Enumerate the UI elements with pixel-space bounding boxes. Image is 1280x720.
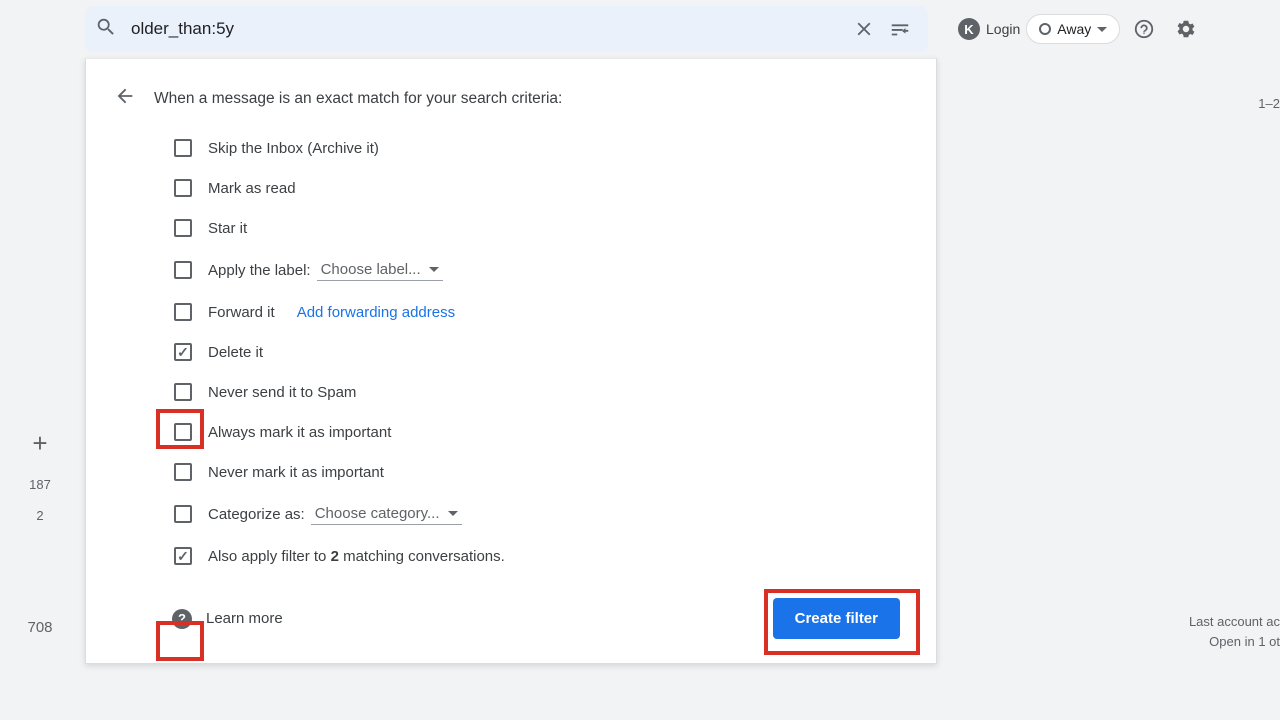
option-star-it: Star it bbox=[116, 208, 906, 248]
label-categorize: Categorize as: bbox=[208, 506, 305, 523]
open-sessions-text: Open in 1 ot bbox=[1209, 634, 1280, 649]
left-count-3: 708 bbox=[0, 619, 80, 636]
panel-header-text: When a message is an exact match for you… bbox=[154, 90, 562, 108]
search-bar[interactable] bbox=[85, 6, 928, 52]
label-forward-it: Forward it bbox=[208, 304, 275, 321]
checkbox-skip-inbox[interactable] bbox=[174, 139, 192, 157]
help-icon bbox=[1133, 18, 1155, 40]
checkbox-never-spam[interactable] bbox=[174, 383, 192, 401]
select-apply-label[interactable]: Choose label... bbox=[317, 259, 443, 281]
tune-icon bbox=[889, 18, 911, 40]
also-apply-count: 2 bbox=[331, 548, 339, 565]
checkbox-mark-read[interactable] bbox=[174, 179, 192, 197]
option-apply-label: Apply the label: Choose label... bbox=[116, 248, 906, 292]
left-count-2: 2 bbox=[0, 508, 80, 523]
status-label: Away bbox=[1057, 21, 1091, 37]
label-skip-inbox: Skip the Inbox (Archive it) bbox=[208, 140, 379, 157]
chevron-down-icon bbox=[1097, 27, 1107, 32]
option-categorize: Categorize as: Choose category... bbox=[116, 492, 906, 536]
checkbox-always-important[interactable] bbox=[174, 423, 192, 441]
label-star-it: Star it bbox=[208, 220, 247, 237]
learn-more-label: Learn more bbox=[206, 610, 283, 627]
support-button[interactable] bbox=[1126, 11, 1162, 47]
gear-icon bbox=[1175, 18, 1197, 40]
chevron-down-icon bbox=[429, 267, 439, 272]
option-never-spam: Never send it to Spam bbox=[116, 372, 906, 412]
select-apply-label-value: Choose label... bbox=[321, 261, 421, 278]
back-button[interactable] bbox=[114, 85, 136, 112]
create-filter-button[interactable]: Create filter bbox=[773, 598, 900, 639]
label-apply-label: Apply the label: bbox=[208, 262, 311, 279]
label-delete-it: Delete it bbox=[208, 344, 263, 361]
panel-header: When a message is an exact match for you… bbox=[86, 59, 936, 122]
arrow-left-icon bbox=[114, 85, 136, 107]
clear-search-button[interactable] bbox=[846, 11, 882, 47]
left-rail: + 187 2 708 bbox=[0, 58, 80, 636]
filter-panel: When a message is an exact match for you… bbox=[85, 58, 937, 664]
top-right-controls: K Login Away bbox=[958, 11, 1204, 47]
add-button[interactable]: + bbox=[0, 428, 80, 459]
option-never-important: Never mark it as important bbox=[116, 452, 906, 492]
search-options-button[interactable] bbox=[882, 11, 918, 47]
left-count-1: 187 bbox=[0, 477, 80, 492]
label-also-apply: Also apply filter to 2 matching conversa… bbox=[208, 548, 505, 565]
option-always-important: Always mark it as important bbox=[116, 412, 906, 452]
option-mark-read: Mark as read bbox=[116, 168, 906, 208]
search-input[interactable] bbox=[131, 19, 846, 39]
login-label: Login bbox=[986, 21, 1020, 37]
filter-options: Skip the Inbox (Archive it) Mark as read… bbox=[86, 122, 936, 576]
close-icon bbox=[853, 18, 875, 40]
checkbox-apply-label[interactable] bbox=[174, 261, 192, 279]
status-dot-icon bbox=[1039, 23, 1051, 35]
settings-button[interactable] bbox=[1168, 11, 1204, 47]
option-also-apply: Also apply filter to 2 matching conversa… bbox=[116, 536, 906, 576]
top-bar: K Login Away bbox=[0, 0, 1280, 58]
login-indicator[interactable]: K Login bbox=[958, 18, 1020, 40]
select-categorize-value: Choose category... bbox=[315, 505, 440, 522]
learn-more-link[interactable]: ? Learn more bbox=[122, 609, 283, 629]
label-always-important: Always mark it as important bbox=[208, 424, 391, 441]
label-never-important: Never mark it as important bbox=[208, 464, 384, 481]
checkbox-never-important[interactable] bbox=[174, 463, 192, 481]
checkbox-forward-it[interactable] bbox=[174, 303, 192, 321]
help-icon: ? bbox=[172, 609, 192, 629]
label-never-spam: Never send it to Spam bbox=[208, 384, 356, 401]
panel-footer: ? Learn more Create filter bbox=[86, 576, 936, 643]
also-apply-prefix: Also apply filter to bbox=[208, 548, 331, 565]
status-selector[interactable]: Away bbox=[1026, 14, 1120, 44]
checkbox-star-it[interactable] bbox=[174, 219, 192, 237]
checkbox-categorize[interactable] bbox=[174, 505, 192, 523]
label-mark-read: Mark as read bbox=[208, 180, 296, 197]
option-skip-inbox: Skip the Inbox (Archive it) bbox=[116, 128, 906, 168]
k-badge-icon: K bbox=[958, 18, 980, 40]
checkbox-delete-it[interactable] bbox=[174, 343, 192, 361]
option-forward-it: Forward it Add forwarding address bbox=[116, 292, 906, 332]
option-delete-it: Delete it bbox=[116, 332, 906, 372]
also-apply-suffix: matching conversations. bbox=[339, 548, 505, 565]
chevron-down-icon bbox=[448, 511, 458, 516]
pagination-count: 1–2 bbox=[1258, 96, 1280, 111]
last-activity-text: Last account ac bbox=[1189, 614, 1280, 629]
select-categorize[interactable]: Choose category... bbox=[311, 503, 462, 525]
checkbox-also-apply[interactable] bbox=[174, 547, 192, 565]
search-icon bbox=[95, 16, 117, 43]
link-add-forwarding[interactable]: Add forwarding address bbox=[297, 304, 455, 321]
